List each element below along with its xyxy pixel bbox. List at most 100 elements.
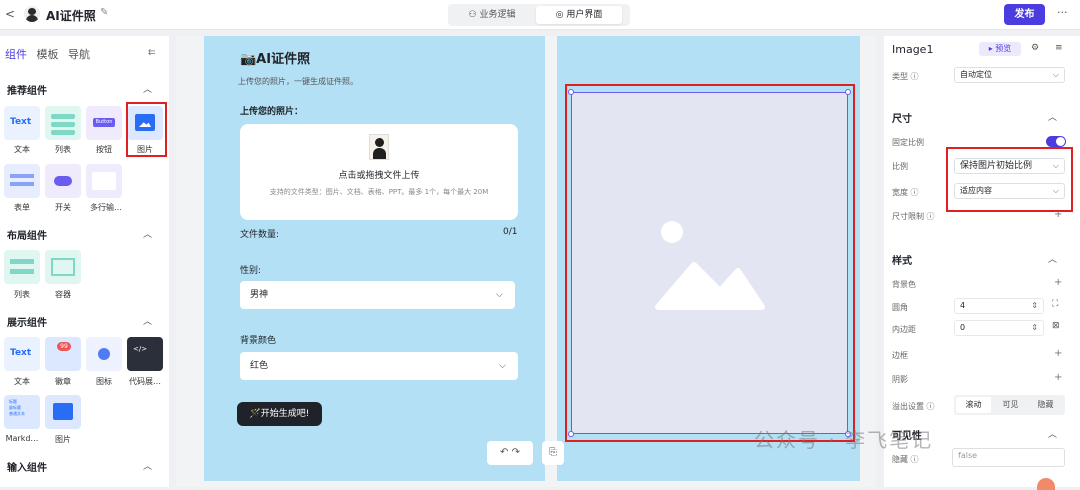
component-label: 多行输… bbox=[90, 203, 122, 212]
file-count: 0/1 bbox=[503, 227, 518, 237]
avatar[interactable] bbox=[1037, 478, 1055, 490]
display-image-component[interactable] bbox=[45, 395, 81, 429]
app-subtitle: 上传您的照片，一键生成证件照。 bbox=[238, 77, 358, 86]
section-display: 展示组件 bbox=[7, 318, 47, 329]
chevron-down-icon: ⌵ bbox=[499, 361, 506, 371]
component-label: 图片 bbox=[55, 435, 71, 444]
component-label: 按钮 bbox=[96, 145, 112, 154]
preview-button[interactable]: ▸ 预览 bbox=[979, 42, 1021, 56]
tab-templates[interactable]: 模板 bbox=[37, 48, 59, 61]
section-input: 输入组件 bbox=[7, 463, 47, 474]
component-label: 列表 bbox=[55, 145, 71, 154]
menu-icon[interactable]: ≡ bbox=[1055, 43, 1063, 53]
add-icon[interactable]: + bbox=[1054, 372, 1062, 383]
textarea-component[interactable] bbox=[86, 164, 122, 198]
background-color-select[interactable]: 红色 ⌵ bbox=[240, 352, 518, 380]
overflow-visible[interactable]: 可见 bbox=[993, 397, 1028, 413]
left-tabs: 组件 模板 导航 bbox=[5, 46, 96, 62]
border-label: 边框 bbox=[892, 351, 908, 360]
resize-handle[interactable] bbox=[845, 89, 851, 95]
component-label: Markd… bbox=[5, 434, 39, 443]
padding-label: 内边距 bbox=[892, 325, 916, 334]
corners-icon[interactable]: ⛶ bbox=[1052, 299, 1058, 309]
app-avatar bbox=[24, 6, 40, 22]
size-limit-label: 尺寸限制 ⓘ bbox=[892, 212, 935, 221]
padding-input[interactable]: 0 ⇕ bbox=[954, 320, 1044, 336]
list-component[interactable] bbox=[45, 106, 81, 140]
button-component[interactable]: Button bbox=[86, 106, 122, 140]
image-placeholder[interactable] bbox=[571, 92, 848, 434]
image-placeholder-icon bbox=[655, 221, 765, 310]
tab-components[interactable]: 组件 bbox=[5, 48, 27, 61]
gender-label: 性别: bbox=[240, 266, 262, 276]
chevron-up-icon[interactable]: ︿ bbox=[143, 314, 152, 327]
resize-handle[interactable] bbox=[568, 431, 574, 437]
section-recommended: 推荐组件 bbox=[7, 86, 47, 97]
chevron-up-icon[interactable]: ︿ bbox=[1048, 110, 1057, 123]
component-label: 开关 bbox=[55, 203, 71, 212]
add-icon[interactable]: + bbox=[1054, 277, 1062, 288]
generate-button[interactable]: 🪄开始生成吧! bbox=[237, 402, 322, 426]
ratio-label: 比例 bbox=[892, 162, 908, 171]
tab-user-interface[interactable]: ◎ 用户界面 bbox=[536, 6, 622, 24]
fixed-ratio-toggle[interactable] bbox=[1046, 136, 1066, 147]
text-component[interactable]: Text bbox=[4, 106, 40, 140]
chevron-up-icon[interactable]: ︿ bbox=[143, 82, 152, 95]
radius-label: 圆角 bbox=[892, 303, 908, 312]
file-count-label: 文件数量: bbox=[240, 230, 280, 240]
section-layout: 布局组件 bbox=[7, 231, 47, 242]
component-label: 表单 bbox=[14, 203, 30, 212]
overflow-hidden[interactable]: 隐藏 bbox=[1028, 397, 1063, 413]
export-icon[interactable]: ⎘ bbox=[542, 441, 564, 465]
component-label: 代码展… bbox=[129, 377, 161, 386]
chevron-up-icon[interactable]: ︿ bbox=[143, 227, 152, 240]
padding-sides-icon[interactable]: ⊠ bbox=[1052, 321, 1060, 331]
type-select[interactable]: 自动定位 ⌵ bbox=[954, 67, 1065, 83]
upload-hint: 支持的文件类型：图片、文档、表格、PPT。最多 1个，每个最大 20M bbox=[269, 188, 489, 196]
hidden-input[interactable]: false bbox=[952, 448, 1065, 467]
view-switch: ⚇ 业务逻辑 ◎ 用户界面 bbox=[448, 4, 630, 26]
code-component[interactable]: </> bbox=[127, 337, 163, 371]
app-title: AI证件照 bbox=[46, 9, 96, 23]
sample-photo bbox=[369, 134, 389, 160]
app-title-preview: 📷AI证件照 bbox=[240, 52, 311, 67]
component-label: 文本 bbox=[14, 145, 30, 154]
add-icon[interactable]: + bbox=[1054, 209, 1062, 220]
badge-component[interactable]: 99 bbox=[45, 337, 81, 371]
container-component[interactable] bbox=[45, 250, 81, 284]
upload-label: 上传您的照片： bbox=[240, 107, 304, 117]
element-name: Image1 bbox=[892, 43, 934, 56]
collapse-icon[interactable]: ⇇ bbox=[148, 48, 156, 58]
chevron-up-icon[interactable]: ︿ bbox=[1048, 252, 1057, 265]
shadow-label: 阴影 bbox=[892, 375, 908, 384]
upload-dropzone[interactable]: 点击或拖拽文件上传 支持的文件类型：图片、文档、表格、PPT。最多 1个，每个最… bbox=[240, 124, 518, 220]
publish-button[interactable]: 发布 bbox=[1004, 4, 1045, 25]
layout-list-component[interactable] bbox=[4, 250, 40, 284]
markdown-component[interactable]: 标题 副标题 普通文本 bbox=[4, 395, 40, 429]
form-component[interactable] bbox=[4, 164, 40, 198]
fixed-ratio-label: 固定比例 bbox=[892, 138, 924, 147]
background-color-label: 背景颜色 bbox=[240, 336, 277, 346]
back-icon[interactable]: < bbox=[5, 7, 15, 21]
overflow-scroll[interactable]: 滚动 bbox=[956, 397, 991, 413]
tab-business-logic[interactable]: ⚇ 业务逻辑 bbox=[452, 6, 532, 24]
upload-main-text: 点击或拖拽文件上传 bbox=[338, 171, 420, 181]
edit-icon[interactable]: ✎ bbox=[100, 7, 108, 18]
radius-input[interactable]: 4 ⇕ bbox=[954, 298, 1044, 314]
undo-redo-group[interactable]: ↶ ↷ bbox=[487, 441, 533, 465]
resize-handle[interactable] bbox=[568, 89, 574, 95]
tab-navigation[interactable]: 导航 bbox=[68, 48, 90, 61]
icon-component[interactable] bbox=[86, 337, 122, 371]
type-label: 类型 ⓘ bbox=[892, 72, 919, 81]
display-text-component[interactable]: Text bbox=[4, 337, 40, 371]
component-label: 容器 bbox=[55, 290, 71, 299]
add-icon[interactable]: + bbox=[1054, 348, 1062, 359]
gender-select[interactable]: 男神 ⌵ bbox=[240, 281, 515, 309]
component-label: 列表 bbox=[14, 290, 30, 299]
chevron-up-icon[interactable]: ︿ bbox=[143, 459, 152, 472]
more-icon[interactable]: ··· bbox=[1057, 6, 1068, 19]
switch-component[interactable] bbox=[45, 164, 81, 198]
component-label: 徽章 bbox=[55, 377, 71, 386]
chevron-up-icon[interactable]: ︿ bbox=[1048, 427, 1057, 440]
settings-icon[interactable]: ⚙ bbox=[1031, 43, 1039, 53]
